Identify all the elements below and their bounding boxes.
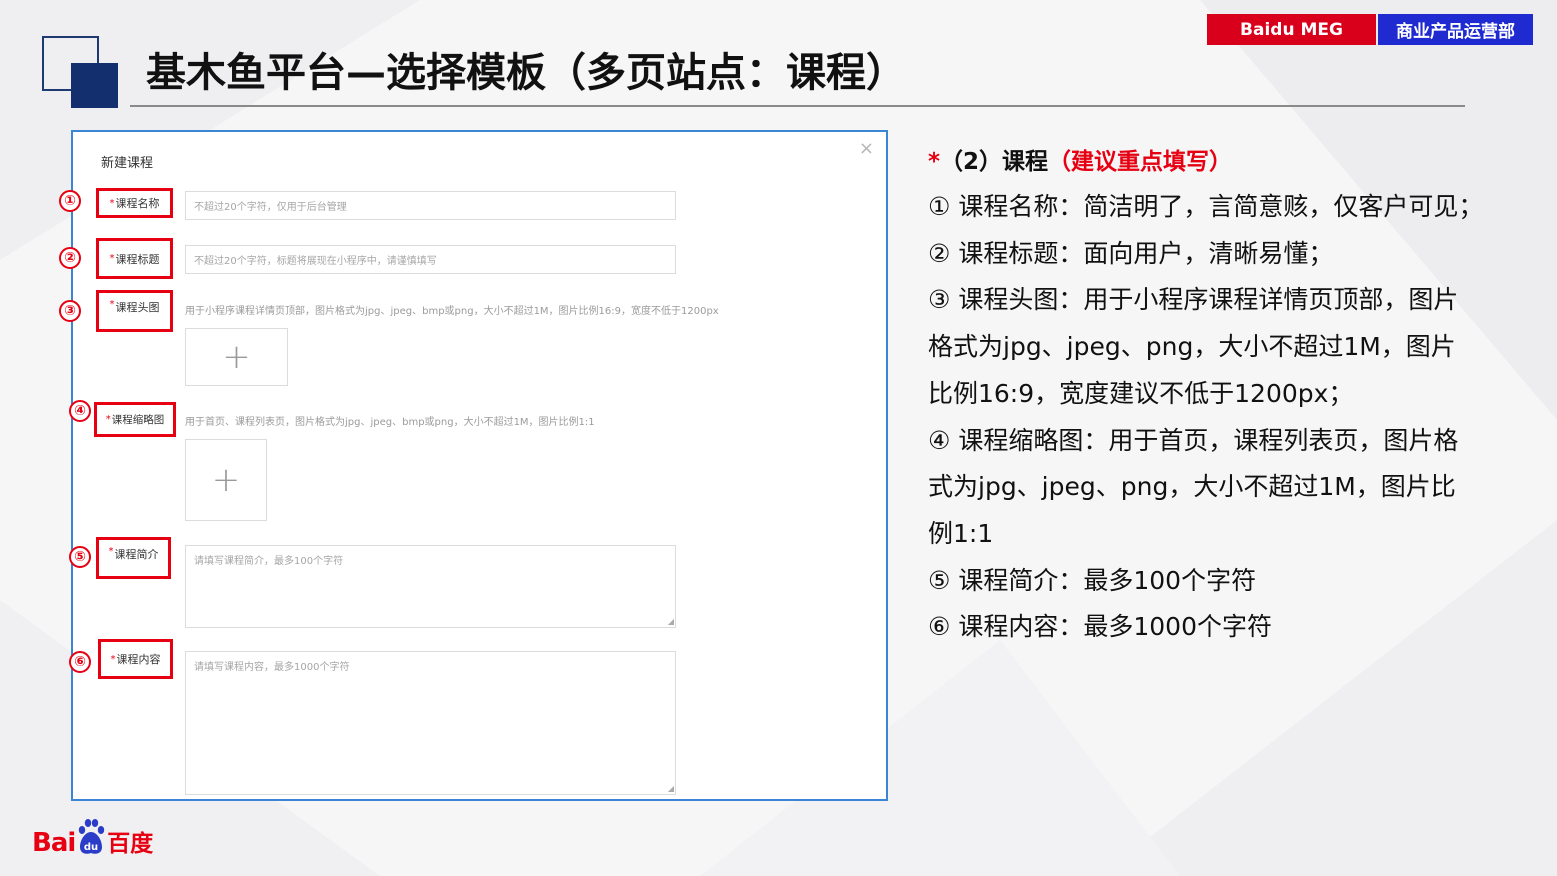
plus-icon: + [211, 460, 241, 500]
field-label-course-content: * 课程内容 [98, 639, 173, 679]
required-mark: * [105, 414, 111, 425]
note-line: ⑤ 课程简介：最多100个字符 [928, 565, 1257, 595]
note-line: 格式为jpg、jpeg、png，大小不超过1M，图片 [928, 332, 1456, 362]
note-line: 比例16:9，宽度建议不低于1200px； [928, 378, 1354, 408]
thumbnail-upload[interactable]: + [185, 439, 267, 521]
course-content-textarea[interactable]: 请填写课程内容，最多1000个字符 ◢ [185, 651, 676, 795]
field-number-3: ③ [59, 300, 81, 322]
decor-square-fill [71, 63, 118, 108]
field-label-course-thumbnail: * 课程缩略图 [94, 402, 176, 437]
resize-handle-icon[interactable]: ◢ [668, 785, 674, 793]
heading-star: * [928, 149, 941, 175]
required-mark: * [109, 197, 115, 209]
field-label-text: 课程内容 [116, 653, 161, 666]
field-number-1: ① [59, 190, 81, 212]
title-decoration [42, 36, 118, 108]
field-label-course-intro: * 课程简介 [96, 537, 171, 579]
note-line: ③ 课程头图：用于小程序课程详情页顶部，图片 [928, 285, 1459, 315]
intro-placeholder: 请填写课程简介，最多100个字符 [194, 556, 344, 567]
note-line: 例1:1 [928, 518, 994, 548]
baidu-meg-badge: Baidu MEG [1207, 14, 1376, 45]
page-title: 基木鱼平台—选择模板（多页站点：课程） [146, 50, 906, 96]
form-title: 新建课程 [101, 156, 154, 171]
note-line: ④ 课程缩略图：用于首页，课程列表页，图片格 [928, 425, 1459, 455]
paw-icon: du [76, 818, 106, 858]
new-course-form: 新建课程 × ① * 课程名称 不超过20个字符，仅用于后台管理 ② * 课程标题 … [59, 130, 888, 801]
note-line: ② 课程标题：面向用户，清晰易懂； [928, 238, 1334, 268]
field-number-5: ⑤ [69, 546, 91, 568]
required-mark: * [109, 253, 115, 264]
content-placeholder: 请填写课程内容，最多1000个字符 [194, 662, 350, 673]
resize-handle-icon[interactable]: ◢ [668, 618, 674, 626]
field-label-course-header-image: * 课程头图 [96, 290, 173, 332]
title-divider [130, 105, 1465, 107]
logo-text-du: du [84, 842, 98, 853]
field-label-text: 课程标题 [115, 252, 160, 266]
note-line: ⑥ 课程内容：最多1000个字符 [928, 612, 1272, 642]
heading-emphasis: （建议重点填写） [1048, 149, 1233, 175]
field-label-text: 课程简介 [114, 548, 159, 561]
field-label-course-name: * 课程名称 [96, 188, 173, 218]
field-number-4: ④ [69, 400, 91, 422]
course-name-input[interactable]: 不超过20个字符，仅用于后台管理 [185, 191, 676, 220]
header-image-hint: 用于小程序课程详情页顶部，图片格式为jpg、jpeg、bmp或png，大小不超过… [185, 306, 719, 317]
logo-text-bai: Bai [32, 828, 76, 858]
thumbnail-hint: 用于首页、课程列表页，图片格式为jpg、jpeg、bmp或png，大小不超过1M… [185, 417, 595, 428]
course-notes: *（2）课程（建议重点填写） ① 课程名称：简洁明了，言简意赅，仅客户可见； ②… [928, 140, 1528, 651]
department-badge: 商业产品运营部 [1378, 14, 1533, 45]
course-intro-textarea[interactable]: 请填写课程简介，最多100个字符 ◢ [185, 545, 676, 628]
required-mark: * [108, 546, 114, 557]
close-icon[interactable]: × [859, 140, 874, 158]
field-label-text: 课程名称 [115, 197, 160, 210]
note-line: 式为jpg、jpeg、png，大小不超过1M，图片比 [928, 472, 1456, 502]
note-line: ① 课程名称：简洁明了，言简意赅，仅客户可见； [928, 192, 1484, 221]
field-number-6: ⑥ [69, 651, 91, 673]
field-label-text: 课程缩略图 [111, 414, 165, 426]
field-label-text: 课程头图 [115, 301, 160, 314]
logo-text-cn: 百度 [107, 831, 154, 857]
field-number-2: ② [59, 247, 81, 269]
baidu-logo: Bai du 百度 [32, 818, 153, 858]
plus-icon: + [222, 337, 251, 377]
required-mark: * [110, 653, 116, 665]
notes-heading: *（2）课程（建议重点填写） [928, 140, 1528, 184]
course-title-input[interactable]: 不超过20个字符，标题将展现在小程序中，请谨慎填写 [185, 245, 676, 274]
required-mark: * [109, 299, 115, 310]
field-label-course-title: * 课程标题 [96, 238, 173, 279]
heading-main: （2）课程 [940, 149, 1049, 175]
header-image-upload[interactable]: + [185, 328, 288, 386]
